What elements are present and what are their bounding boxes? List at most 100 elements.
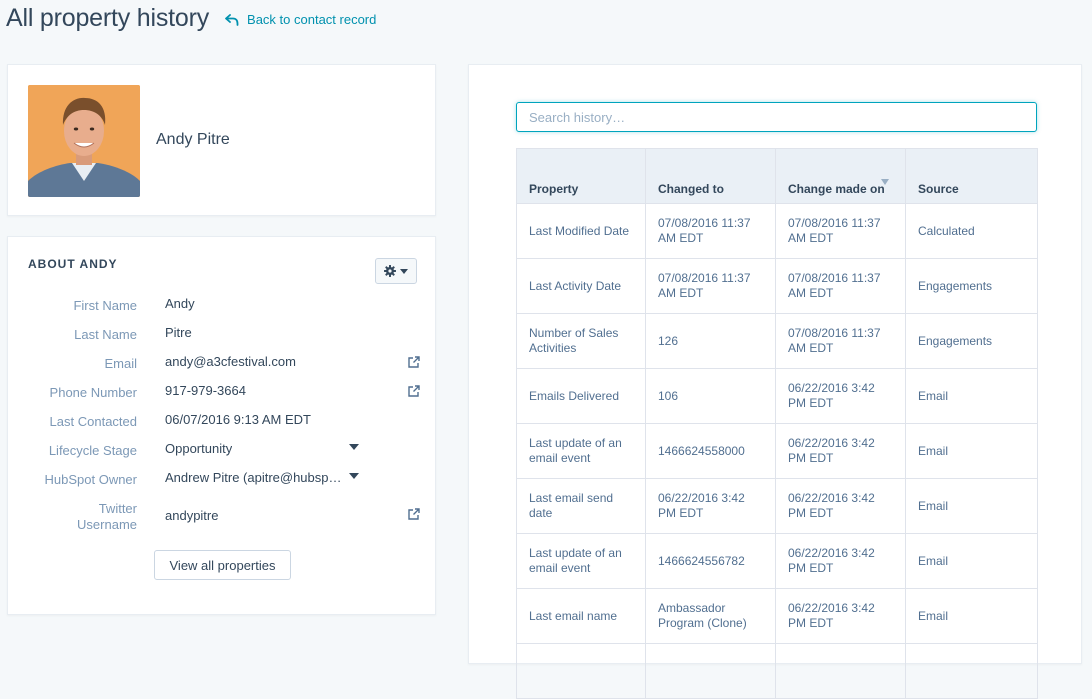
property-row-last-name: Last Name Pitre <box>8 322 437 351</box>
external-link-icon[interactable] <box>407 384 421 398</box>
cell-change-made-on: 07/08/2016 11:37 AM EDT <box>775 203 906 259</box>
cell-property: Emails Delivered <box>516 368 646 424</box>
lifecycle-stage-select[interactable]: Opportunity <box>165 441 232 456</box>
table-header-row: Property Changed to Change made on Sourc… <box>516 148 1038 204</box>
property-row-twitter: Twitter Username andypitre <box>8 496 437 540</box>
table-row: Last Activity Date 07/08/2016 11:37 AM E… <box>516 258 1038 314</box>
cell-change-made-on: 06/22/2016 3:42 PM EDT <box>775 588 906 644</box>
cell-changed-to: 1466624556782 <box>645 533 776 589</box>
property-row-hubspot-owner: HubSpot Owner Andrew Pitre (apitre@hubsp… <box>8 467 437 496</box>
table-row: Last Modified Date 07/08/2016 11:37 AM E… <box>516 203 1038 259</box>
property-label: Last Contacted <box>49 414 137 429</box>
hubspot-owner-select[interactable]: Andrew Pitre (apitre@hubspot.com) <box>165 470 345 485</box>
property-value[interactable]: andypitre <box>165 508 218 523</box>
property-row-lifecycle-stage: Lifecycle Stage Opportunity <box>8 438 437 467</box>
property-list: First Name Andy Last Name Pitre Email an… <box>8 293 437 540</box>
table-row: Emails Delivered 106 06/22/2016 3:42 PM … <box>516 368 1038 424</box>
column-header-change-made-on[interactable]: Change made on <box>775 148 906 204</box>
table-row <box>516 643 1038 699</box>
property-row-phone: Phone Number 917-979-3664 <box>8 380 437 409</box>
property-value: 06/07/2016 9:13 AM EDT <box>165 412 311 427</box>
cell-property: Last email name <box>516 588 646 644</box>
profile-card: Andy Pitre <box>7 64 436 216</box>
contact-name: Andy Pitre <box>156 131 230 148</box>
cell-property: Last Modified Date <box>516 203 646 259</box>
column-header-label: Change made on <box>788 182 885 196</box>
property-value[interactable]: Andy <box>165 296 195 311</box>
cell-change-made-on: 07/08/2016 11:37 AM EDT <box>775 313 906 369</box>
table-row: Last email name Ambassador Program (Clon… <box>516 588 1038 644</box>
about-section-title: ABOUT ANDY <box>28 257 118 271</box>
cell-property: Last email send date <box>516 478 646 534</box>
sort-desc-icon <box>881 179 889 185</box>
search-history-input[interactable] <box>516 102 1037 132</box>
avatar <box>28 85 140 197</box>
cell-source: Email <box>905 368 1038 424</box>
property-label: Last Name <box>74 327 137 342</box>
table-row: Last update of an email event 1466624558… <box>516 423 1038 479</box>
cell-change-made-on: 06/22/2016 3:42 PM EDT <box>775 478 906 534</box>
page-header: All property history Back to contact rec… <box>6 0 376 36</box>
cell-change-made-on <box>775 643 906 699</box>
dropdown-caret-icon[interactable] <box>349 473 359 479</box>
cell-change-made-on: 06/22/2016 3:42 PM EDT <box>775 423 906 479</box>
column-header-changed-to[interactable]: Changed to <box>645 148 776 204</box>
back-link-label: Back to contact record <box>247 12 377 27</box>
cell-changed-to: 1466624558000 <box>645 423 776 479</box>
history-card: Property Changed to Change made on Sourc… <box>468 64 1082 699</box>
cell-change-made-on: 07/08/2016 11:37 AM EDT <box>775 258 906 314</box>
cell-changed-to: 126 <box>645 313 776 369</box>
property-row-first-name: First Name Andy <box>8 293 437 322</box>
cell-property: Number of Sales Activities <box>516 313 646 369</box>
property-value[interactable]: andy@a3cfestival.com <box>165 354 296 369</box>
cell-changed-to <box>645 643 776 699</box>
external-link-icon[interactable] <box>407 355 421 369</box>
table-row: Last update of an email event 1466624556… <box>516 533 1038 589</box>
view-all-properties-button[interactable]: View all properties <box>154 550 291 580</box>
cell-source: Engagements <box>905 313 1038 369</box>
property-label: HubSpot Owner <box>44 472 138 487</box>
cell-source: Email <box>905 423 1038 479</box>
page-title: All property history <box>6 3 210 32</box>
cell-source: Calculated <box>905 203 1038 259</box>
property-label: Lifecycle Stage <box>48 443 137 458</box>
back-arrow-icon <box>225 13 239 26</box>
cell-source: Engagements <box>905 258 1038 314</box>
cell-changed-to: 106 <box>645 368 776 424</box>
dropdown-caret-icon[interactable] <box>349 444 359 450</box>
property-value[interactable]: 917-979-3664 <box>165 383 246 398</box>
cell-property <box>516 643 646 699</box>
cell-changed-to: 06/22/2016 3:42 PM EDT <box>645 478 776 534</box>
back-to-contact-link[interactable]: Back to contact record <box>225 12 376 27</box>
column-header-source[interactable]: Source <box>905 148 1038 204</box>
cell-changed-to: 07/08/2016 11:37 AM EDT <box>645 203 776 259</box>
cell-changed-to: 07/08/2016 11:37 AM EDT <box>645 258 776 314</box>
cell-source: Email <box>905 533 1038 589</box>
table-row: Last email send date 06/22/2016 3:42 PM … <box>516 478 1038 534</box>
property-label: Email <box>104 356 137 371</box>
table-row: Number of Sales Activities 126 07/08/201… <box>516 313 1038 369</box>
cell-property: Last update of an email event <box>516 533 646 589</box>
history-table: Property Changed to Change made on Sourc… <box>516 148 1038 699</box>
avatar-photo <box>28 85 140 197</box>
cell-property: Last Activity Date <box>516 258 646 314</box>
cell-source: Email <box>905 478 1038 534</box>
cell-change-made-on: 06/22/2016 3:42 PM EDT <box>775 533 906 589</box>
cell-change-made-on: 06/22/2016 3:42 PM EDT <box>775 368 906 424</box>
property-label: Twitter Username <box>77 501 137 532</box>
property-value[interactable]: Pitre <box>165 325 192 340</box>
chevron-down-icon <box>400 268 408 274</box>
column-header-property[interactable]: Property <box>516 148 646 204</box>
cell-source <box>905 643 1038 699</box>
property-label: Phone Number <box>49 385 137 400</box>
settings-dropdown-button[interactable] <box>375 258 417 284</box>
cell-property: Last update of an email event <box>516 423 646 479</box>
cell-source: Email <box>905 588 1038 644</box>
about-card: ABOUT ANDY First Name Andy Last Name Pit… <box>7 236 436 615</box>
property-label: First Name <box>73 298 137 313</box>
gear-icon <box>384 265 396 277</box>
property-row-last-contacted: Last Contacted 06/07/2016 9:13 AM EDT <box>8 409 437 438</box>
external-link-icon[interactable] <box>407 507 421 521</box>
cell-changed-to: Ambassador Program (Clone) <box>645 588 776 644</box>
property-row-email: Email andy@a3cfestival.com <box>8 351 437 380</box>
